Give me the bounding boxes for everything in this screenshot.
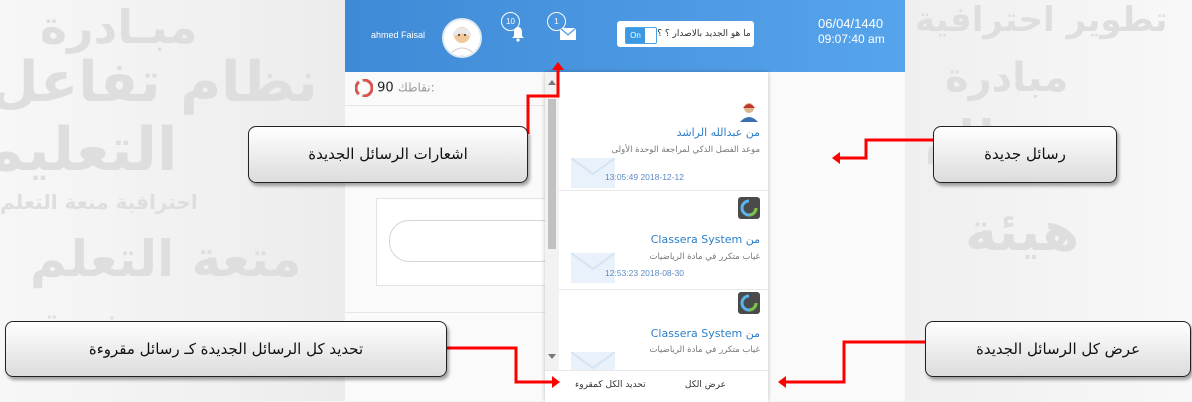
envelope-icon <box>571 352 615 370</box>
callout-new-messages: رسائل جديدة <box>933 126 1117 183</box>
whats-new-box[interactable]: ما هو الجديد بالاصدار ؟ ؟ On <box>617 21 754 47</box>
callout-mark-all-read: تحديد كل الرسائل الجديدة كـ رسائل مقروءة <box>5 321 447 377</box>
bell-icon <box>512 27 524 42</box>
divider <box>345 105 545 106</box>
current-date: 06/04/1440 <box>818 16 884 31</box>
scroll-up-arrow-icon[interactable] <box>548 80 556 85</box>
callout-view-all: عرض كل الرسائل الجديدة <box>925 321 1191 377</box>
date-time: 06/04/1440 09:07:40 am <box>818 16 885 46</box>
message-timestamp: 12:53:23 2018-08-30 <box>605 268 684 278</box>
user-avatar[interactable] <box>442 18 482 58</box>
top-bar: ahmed Faisal 10 1 ما هو الجديد بالاصدار … <box>345 0 905 72</box>
dropdown-footer: عرض الكل تحديد الكل كمقروء <box>545 370 768 402</box>
message-item[interactable]: Classera System من غياب متكرر في مادة ال… <box>559 290 768 370</box>
classera-logo-icon <box>354 78 374 98</box>
points-display: 90 نقاطك: <box>354 78 435 98</box>
mark-all-read-link[interactable]: تحديد الكل كمقروء <box>575 380 646 390</box>
notifications-button[interactable]: 10 <box>501 12 540 46</box>
person-avatar-icon <box>738 100 760 122</box>
message-item[interactable]: من عبدالله الراشد موعد الفصل الذكي لمراج… <box>559 72 768 190</box>
scroll-down-arrow-icon[interactable] <box>548 354 556 359</box>
envelope-icon <box>560 28 576 40</box>
toggle-on-label: On <box>626 28 645 43</box>
points-label: نقاطك: <box>397 80 435 95</box>
whats-new-label: ما هو الجديد بالاصدار ؟ ؟ <box>657 29 751 39</box>
view-all-link[interactable]: عرض الكل <box>685 380 726 390</box>
messages-dropdown: من عبدالله الراشد موعد الفصل الذكي لمراج… <box>545 72 768 402</box>
message-item[interactable]: Classera System من غياب متكرر في مادة ال… <box>559 191 768 289</box>
message-sender: من عبدالله الراشد <box>676 126 760 139</box>
callout-new-message-notifications: اشعارات الرسائل الجديدة <box>248 126 528 183</box>
message-timestamp: 13:05:49 2018-12-12 <box>605 172 684 182</box>
classera-logo-icon <box>738 197 760 219</box>
dropdown-scrollbar[interactable] <box>545 72 559 370</box>
points-value: 90 <box>377 80 394 96</box>
whats-new-toggle[interactable]: On <box>625 27 657 44</box>
message-sender: Classera System من <box>650 233 760 246</box>
user-name[interactable]: ahmed Faisal <box>371 30 425 40</box>
message-subject: موعد الفصل الذكي لمراجعة الوحدة الأولى <box>611 145 760 155</box>
search-input[interactable] <box>389 220 561 262</box>
scrollbar-thumb[interactable] <box>548 99 556 249</box>
messages-button[interactable]: 1 <box>547 12 580 46</box>
divider <box>345 312 545 313</box>
message-subject: غياب متكرر في مادة الرياضيات <box>649 345 760 355</box>
message-sender: Classera System من <box>650 327 760 340</box>
current-time: 09:07:40 am <box>818 32 885 46</box>
message-subject: غياب متكرر في مادة الرياضيات <box>649 252 760 262</box>
classera-logo-icon <box>738 292 760 314</box>
